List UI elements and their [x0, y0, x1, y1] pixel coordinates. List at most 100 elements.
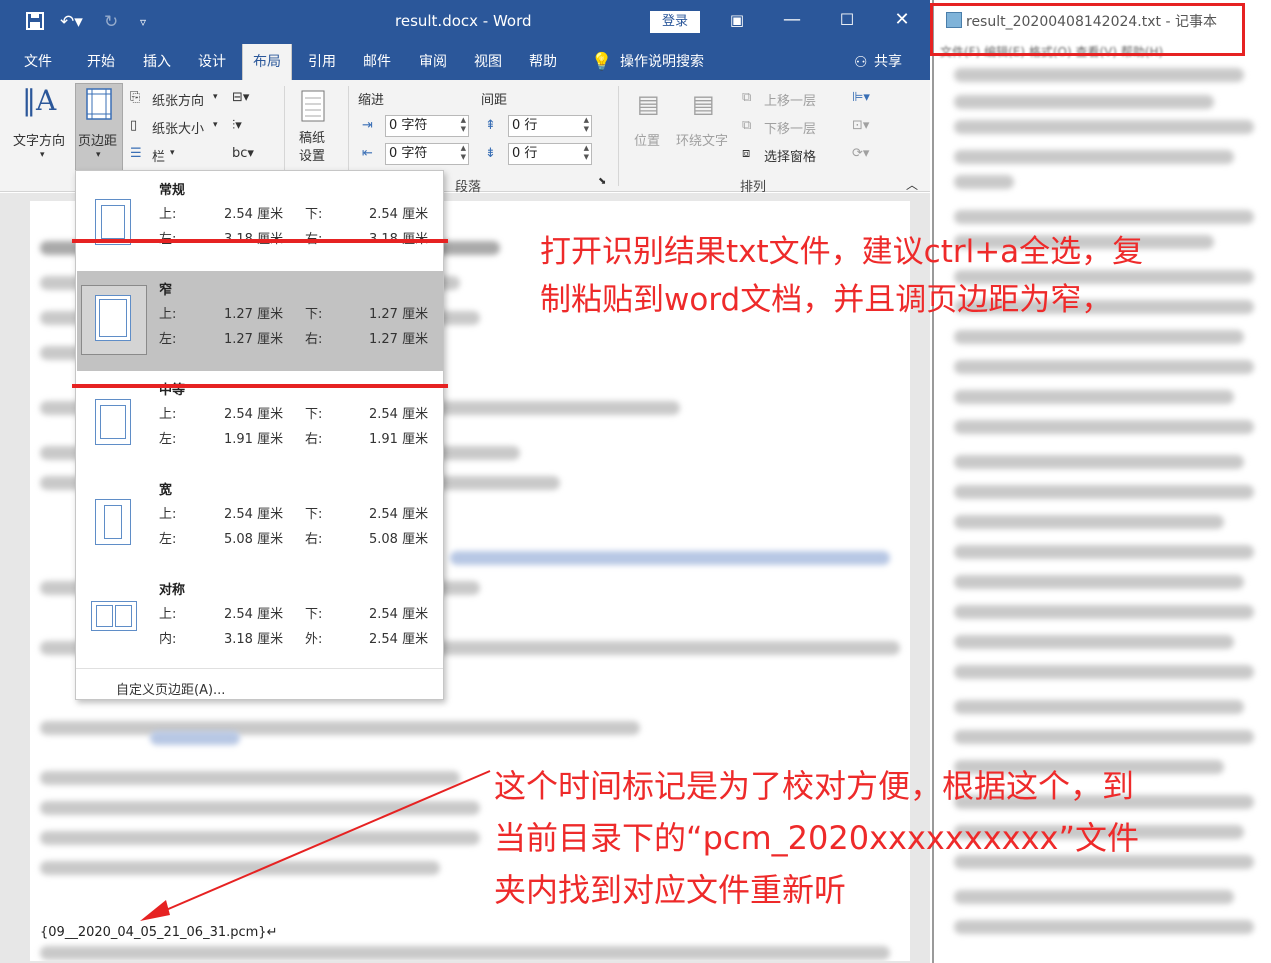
draft-paper-button[interactable]: 稿纸设置 — [299, 130, 329, 166]
save-icon[interactable] — [26, 12, 44, 35]
wrap-text-button[interactable]: 环绕文字 — [676, 130, 728, 149]
indent-left-field[interactable]: 0 字符 ▲ ▼ — [385, 115, 469, 137]
ribbon-tab-bar: 文件 开始 插入 设计 布局 引用 邮件 审阅 视图 帮助 💡 操作说明搜索 ⚇… — [0, 44, 930, 80]
customize-qat-icon[interactable]: ▿ — [140, 15, 146, 29]
spinner-icon[interactable]: ▲ ▼ — [584, 144, 589, 162]
value-outside: 2.54 厘米 — [369, 632, 429, 647]
text-direction-button[interactable]: 文字方向 — [13, 130, 65, 149]
spinner-icon[interactable]: ▲ ▼ — [584, 116, 589, 134]
value-left: 1.91 厘米 — [224, 432, 284, 447]
tab-references[interactable]: 引用 — [304, 44, 340, 80]
line-numbers-icon[interactable]: ⫶▾ — [232, 118, 242, 133]
value-top: 2.54 厘米 — [224, 507, 284, 522]
page-margins-icon — [95, 399, 131, 445]
tab-insert[interactable]: 插入 — [139, 44, 175, 80]
margins-button[interactable]: 页边距 — [78, 130, 117, 149]
indent-right-field[interactable]: 0 字符 ▲ ▼ — [385, 143, 469, 165]
margin-option-normal[interactable]: 常规 上: 2.54 厘米 下: 2.54 厘米 左: 3.18 厘米 右: 3… — [77, 171, 443, 271]
window-title: result.docx - Word — [395, 12, 532, 30]
chevron-down-icon: ▾ — [96, 150, 101, 160]
blurred-text — [954, 150, 1234, 164]
blurred-text — [954, 635, 1234, 649]
blurred-text — [954, 360, 1254, 374]
annotation-open-txt: 打开识别结果txt文件，建议ctrl+a全选，复 制粘贴到word文档，并且调页… — [540, 228, 1143, 324]
tab-mailings[interactable]: 邮件 — [359, 44, 395, 80]
annotation-line: 打开识别结果txt文件，建议ctrl+a全选，复 — [540, 234, 1144, 270]
blurred-text — [40, 801, 480, 815]
label-bottom: 下: — [305, 507, 323, 522]
size-button[interactable]: 纸张大小 — [152, 118, 204, 137]
blurred-text — [954, 420, 1254, 434]
page-margins-icon — [91, 601, 137, 631]
maximize-icon[interactable]: ☐ — [832, 10, 862, 29]
option-name: 中等 — [159, 383, 186, 398]
blurred-text — [954, 575, 1244, 589]
group-icon[interactable]: ⊡▾ — [852, 118, 869, 133]
dialog-launcher-icon[interactable]: ⬊ — [598, 176, 606, 187]
position-icon: ▤ — [637, 90, 660, 118]
send-backward-button[interactable]: 下移一层 — [764, 118, 816, 137]
value-bottom: 2.54 厘米 — [369, 507, 429, 522]
align-icon[interactable]: ⊫▾ — [852, 90, 870, 105]
blurred-text — [954, 455, 1244, 469]
position-button[interactable]: 位置 — [634, 130, 660, 149]
value-bottom: 2.54 厘米 — [369, 407, 429, 422]
spacing-after-value: 0 行 — [512, 146, 538, 161]
value-right: 1.91 厘米 — [369, 432, 429, 447]
tab-layout[interactable]: 布局 — [242, 44, 292, 80]
spinner-icon[interactable]: ▲ ▼ — [461, 144, 466, 162]
tab-design[interactable]: 设计 — [194, 44, 230, 80]
ribbon-display-icon[interactable]: ▣ — [722, 11, 752, 29]
label-inside: 内: — [159, 632, 177, 647]
highlight-line-bottom — [72, 384, 448, 388]
tab-file[interactable]: 文件 — [20, 44, 56, 80]
tab-review[interactable]: 审阅 — [415, 44, 451, 80]
spinner-icon[interactable]: ▲ ▼ — [461, 116, 466, 134]
rotate-icon[interactable]: ⟳▾ — [852, 146, 869, 161]
minimize-icon[interactable]: — — [777, 9, 807, 30]
indent-label: 缩进 — [358, 93, 385, 108]
redo-icon[interactable]: ↻ — [104, 12, 118, 32]
blurred-text — [40, 946, 890, 960]
tab-home[interactable]: 开始 — [83, 44, 119, 80]
collapse-ribbon-icon[interactable]: ︿ — [906, 176, 918, 193]
label-bottom: 下: — [305, 307, 323, 322]
orientation-button[interactable]: 纸张方向 — [152, 90, 204, 109]
option-name: 宽 — [159, 483, 173, 498]
hyphenation-icon[interactable]: bc▾ — [232, 146, 254, 161]
selection-pane-button[interactable]: 选择窗格 — [764, 146, 816, 165]
share-button[interactable]: 共享 — [870, 44, 906, 80]
columns-button[interactable]: 栏 — [152, 146, 165, 165]
custom-margins-item[interactable]: 自定义页边距(A)... — [116, 679, 225, 698]
tab-help[interactable]: 帮助 — [525, 44, 561, 80]
margin-option-mirrored[interactable]: 对称 上: 2.54 厘米 下: 2.54 厘米 内: 3.18 厘米 外: 2… — [77, 571, 443, 671]
margins-icon — [86, 88, 112, 124]
spacing-after-field[interactable]: 0 行 ▲ ▼ — [508, 143, 592, 165]
wrap-text-icon: ▤ — [692, 90, 715, 118]
label-top: 上: — [159, 607, 177, 622]
value-right: 3.18 厘米 — [369, 228, 428, 247]
close-icon[interactable]: ✕ — [887, 9, 917, 30]
label-left: 左: — [159, 532, 177, 547]
menu-divider — [76, 668, 443, 669]
blurred-text — [40, 831, 480, 845]
undo-icon[interactable]: ↶▾ — [60, 12, 83, 32]
title-bar: ↶▾ ↻ ▿ result.docx - Word 登录 ▣ — ☐ ✕ — [0, 0, 930, 44]
label-bottom: 下: — [305, 607, 323, 622]
lightbulb-icon: 💡 — [591, 52, 613, 72]
spacing-before-field[interactable]: 0 行 ▲ ▼ — [508, 115, 592, 137]
annotation-line: 制粘贴到word文档，并且调页边距为窄， — [540, 282, 1113, 318]
breaks-icon[interactable]: ⊟▾ — [232, 90, 249, 105]
chevron-down-icon: ▾ — [213, 92, 218, 102]
bring-forward-button[interactable]: 上移一层 — [764, 90, 816, 109]
text-direction-icon[interactable]: ‖A — [22, 84, 56, 117]
blurred-text — [954, 665, 1254, 679]
login-button[interactable]: 登录 — [650, 11, 700, 33]
label-right: 右: — [305, 432, 323, 447]
option-name: 窄 — [159, 283, 173, 298]
margin-option-narrow[interactable]: 窄 上: 1.27 厘米 下: 1.27 厘米 左: 1.27 厘米 右: 1.… — [77, 271, 443, 371]
tab-view[interactable]: 视图 — [470, 44, 506, 80]
margin-option-wide[interactable]: 宽 上: 2.54 厘米 下: 2.54 厘米 左: 5.08 厘米 右: 5.… — [77, 471, 443, 571]
tell-me-search[interactable]: 操作说明搜索 — [616, 44, 708, 80]
label-right: 右: — [305, 332, 323, 347]
